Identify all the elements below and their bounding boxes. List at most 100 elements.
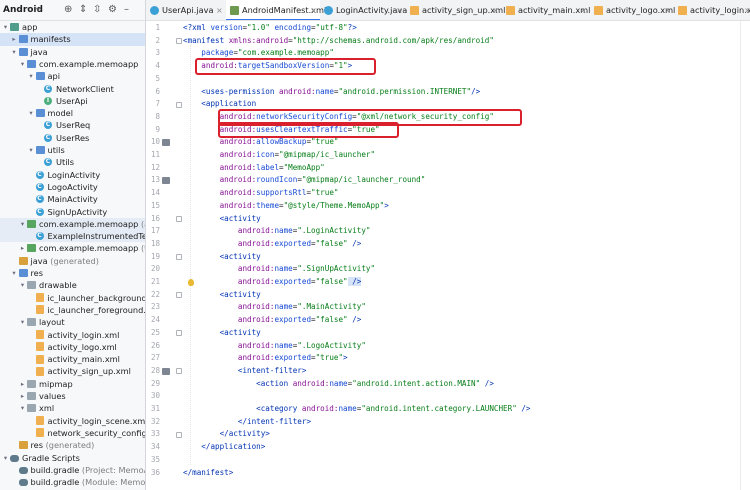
- code-line[interactable]: android:supportsRtl="true": [183, 187, 339, 200]
- tree-item[interactable]: C SignUpActivity: [0, 206, 145, 218]
- code-line[interactable]: android:label="MemoApp": [183, 162, 325, 175]
- tree-item[interactable]: activity_sign_up.xml: [0, 365, 145, 377]
- fold-icon[interactable]: [176, 216, 182, 222]
- code-line[interactable]: <activity: [183, 213, 261, 226]
- chevron-down-icon[interactable]: ▾: [19, 58, 26, 70]
- chevron-down-icon[interactable]: ▾: [11, 267, 18, 279]
- chevron-down-icon[interactable]: ▾: [2, 452, 9, 464]
- code-line[interactable]: <activity: [183, 327, 261, 340]
- chevron-down-icon[interactable]: ▾: [28, 70, 35, 82]
- tab-userapi-java[interactable]: UserApi.java ×: [146, 0, 226, 20]
- code-line[interactable]: <?xml version="1.0" encoding="utf-8"?>: [183, 22, 357, 35]
- tree-item[interactable]: ▸ values: [0, 390, 145, 402]
- code-line[interactable]: </application>: [183, 441, 265, 454]
- collapse-all-icon[interactable]: ⇕: [79, 5, 87, 15]
- code-line[interactable]: android:exported="false" />: [183, 314, 361, 327]
- code-line[interactable]: <activity: [183, 289, 261, 302]
- fold-icon[interactable]: [176, 431, 182, 438]
- lightbulb-icon[interactable]: [188, 279, 194, 286]
- tree-item[interactable]: build.gradle (Module: MemoApp.app): [0, 476, 145, 488]
- code-line[interactable]: android:allowBackup="true": [183, 136, 339, 149]
- chevron-down-icon[interactable]: ▾: [28, 107, 35, 119]
- tree-item[interactable]: ▸ com.example.memoapp (test): [0, 242, 145, 254]
- close-icon[interactable]: ×: [310, 0, 317, 20]
- chevron-right-icon[interactable]: ▸: [19, 390, 26, 402]
- tree-item[interactable]: build.gradle (Project: MemoApp): [0, 464, 145, 476]
- tree-item[interactable]: C ExampleInstrumentedTest: [0, 230, 145, 243]
- close-icon[interactable]: ×: [580, 0, 587, 20]
- tree-item[interactable]: C LogoActivity: [0, 181, 145, 193]
- code-line[interactable]: <category android:name="android.intent.c…: [183, 403, 530, 416]
- close-icon[interactable]: ×: [744, 0, 750, 20]
- code-line[interactable]: android:name=".MainActivity": [183, 301, 366, 314]
- code-line[interactable]: <uses-permission android:name="android.p…: [183, 86, 480, 99]
- fold-icon[interactable]: [176, 38, 182, 45]
- code-line[interactable]: <activity: [183, 251, 261, 264]
- chevron-right-icon[interactable]: ▸: [19, 378, 26, 390]
- tree-item[interactable]: res (generated): [0, 439, 145, 451]
- code-line[interactable]: android:name=".LoginActivity": [183, 225, 371, 238]
- tree-item[interactable]: ic_launcher_foreground.xml (v2: [0, 304, 145, 316]
- code-line[interactable]: android:name=".LogoActivity": [183, 340, 366, 353]
- chevron-down-icon[interactable]: ▾: [28, 144, 35, 156]
- code-line[interactable]: android:exported="false" />: [183, 238, 361, 251]
- code-line[interactable]: <action android:name="android.intent.act…: [183, 378, 494, 391]
- tree-item[interactable]: ▾ xml: [0, 402, 145, 414]
- add-icon[interactable]: ⊕: [64, 5, 72, 15]
- code-line[interactable]: android:name=".SignUpActivity": [183, 263, 375, 276]
- tab-activity-logo-xml[interactable]: activity_logo.xml ×: [590, 0, 675, 20]
- tree-item[interactable]: C NetworkClient: [0, 83, 145, 95]
- fold-icon[interactable]: [176, 254, 182, 261]
- fold-icon[interactable]: [176, 292, 182, 299]
- tree-item[interactable]: ▾ utils: [0, 144, 145, 156]
- tab-androidmanifest-xml[interactable]: AndroidManifest.xml ×: [226, 0, 326, 20]
- chevron-down-icon[interactable]: ▾: [19, 218, 26, 230]
- image-preview-icon[interactable]: [162, 367, 170, 375]
- expand-all-icon[interactable]: ⇳: [93, 5, 101, 15]
- tree-item[interactable]: ▾ Gradle Scripts: [0, 452, 145, 464]
- fold-icon[interactable]: [176, 330, 182, 337]
- code-line[interactable]: </activity>: [183, 428, 270, 441]
- code-line[interactable]: </manifest>: [183, 467, 233, 480]
- tab-loginactivity-java[interactable]: LoginActivity.java ×: [320, 0, 407, 20]
- tree-item[interactable]: activity_logo.xml: [0, 341, 145, 353]
- image-preview-icon[interactable]: [162, 177, 170, 185]
- code-line[interactable]: android:roundIcon="@mipmap/ic_launcher_r…: [183, 174, 426, 187]
- tree-item[interactable]: ▾ layout: [0, 316, 145, 328]
- code-line[interactable]: <intent-filter>: [183, 365, 307, 378]
- tree-item[interactable]: ▾ com.example.memoapp: [0, 58, 145, 70]
- tab-activity-sign-up-xml[interactable]: activity_sign_up.xml ×: [406, 0, 505, 20]
- tree-item[interactable]: network_security_config.xml: [0, 427, 145, 439]
- chevron-down-icon[interactable]: ▾: [19, 279, 26, 291]
- chevron-down-icon[interactable]: ▾: [36, 5, 40, 14]
- tree-item[interactable]: ic_launcher_background.xml: [0, 292, 145, 304]
- hide-icon[interactable]: –: [124, 5, 129, 15]
- code-line[interactable]: android:exported="false" />: [183, 276, 362, 289]
- tree-item[interactable]: ▾ java: [0, 46, 145, 58]
- tree-item[interactable]: C UserReq: [0, 119, 145, 131]
- tree-item[interactable]: ▾ drawable: [0, 279, 145, 291]
- tree-item[interactable]: ▾ model: [0, 107, 145, 119]
- tree-item[interactable]: C MainActivity: [0, 193, 145, 205]
- close-icon[interactable]: ×: [216, 0, 223, 20]
- tree-item[interactable]: C LoginActivity: [0, 169, 145, 181]
- tree-item[interactable]: ▾ com.example.memoapp (androidTe: [0, 217, 145, 231]
- tree-item[interactable]: I UserApi: [0, 95, 145, 107]
- tree-item[interactable]: ▸ manifests: [0, 33, 145, 46]
- tree-item[interactable]: ▾ api: [0, 70, 145, 82]
- chevron-right-icon[interactable]: ▸: [11, 33, 18, 45]
- editor-scrollbar[interactable]: [740, 21, 750, 490]
- image-preview-icon[interactable]: [162, 139, 170, 147]
- chevron-down-icon[interactable]: ▾: [11, 46, 18, 58]
- close-icon[interactable]: ×: [492, 0, 499, 20]
- chevron-right-icon[interactable]: ▸: [19, 242, 26, 254]
- code-line[interactable]: android:exported="true">: [183, 352, 348, 365]
- close-icon[interactable]: ×: [396, 0, 403, 20]
- tree-item[interactable]: ▾ app: [0, 21, 145, 33]
- fold-icon[interactable]: [176, 368, 182, 375]
- code-line[interactable]: </intent-filter>: [183, 416, 311, 429]
- options-icon[interactable]: ⚙: [108, 5, 117, 15]
- tree-item[interactable]: activity_login_scene.xml: [0, 415, 145, 427]
- tree-item[interactable]: C UserRes: [0, 132, 145, 144]
- tab-activity-main-xml[interactable]: activity_main.xml ×: [502, 0, 590, 20]
